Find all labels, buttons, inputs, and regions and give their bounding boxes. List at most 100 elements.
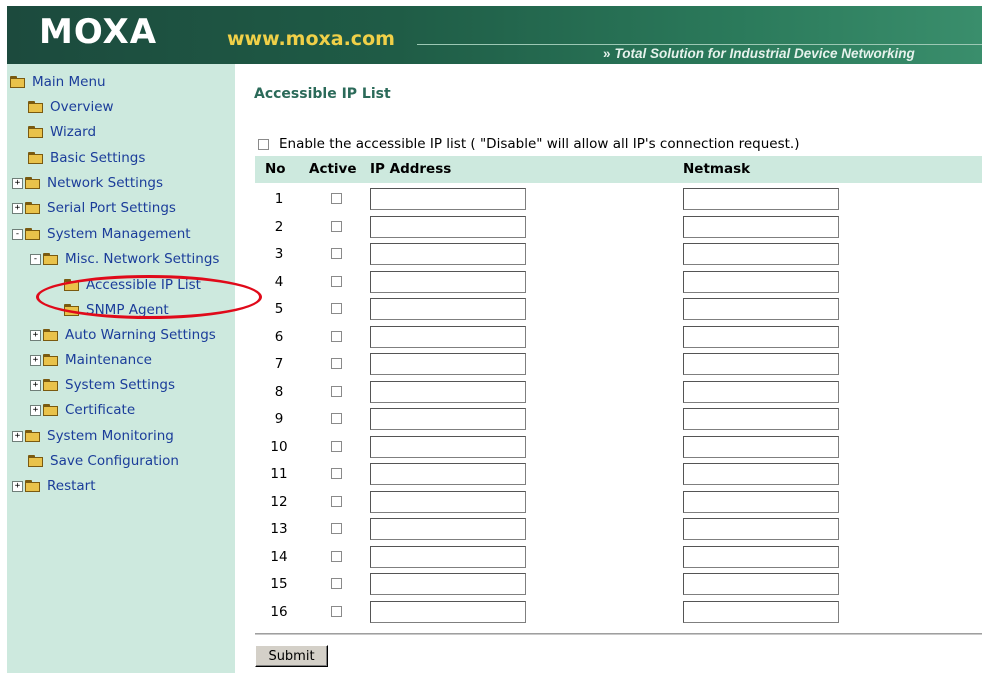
- table-row: 13: [255, 516, 982, 543]
- sidebar-item-basic-settings[interactable]: Basic Settings: [28, 148, 145, 168]
- sidebar-item-restart[interactable]: + Restart: [12, 476, 96, 496]
- header-divider: [417, 44, 982, 45]
- sidebar-item-maintenance[interactable]: + Maintenance: [30, 350, 152, 370]
- netmask-input[interactable]: [683, 326, 839, 348]
- sidebar-item-wizard[interactable]: Wizard: [28, 122, 96, 142]
- ip-address-input[interactable]: [370, 353, 526, 375]
- sidebar-item-overview[interactable]: Overview: [28, 97, 114, 117]
- active-checkbox[interactable]: [331, 248, 342, 259]
- ip-address-input[interactable]: [370, 381, 526, 403]
- netmask-input[interactable]: [683, 601, 839, 623]
- sidebar-item-system-monitoring[interactable]: + System Monitoring: [12, 426, 174, 446]
- sidebar-item-snmp-agent[interactable]: SNMP Agent: [64, 300, 169, 320]
- tagline-text: Total Solution for Industrial Device Net…: [614, 46, 915, 61]
- collapse-icon[interactable]: -: [12, 228, 23, 240]
- expand-icon[interactable]: +: [12, 177, 23, 189]
- row-number: 6: [274, 329, 284, 345]
- netmask-input[interactable]: [683, 518, 839, 540]
- row-number: 5: [274, 301, 284, 317]
- active-checkbox[interactable]: [331, 331, 342, 342]
- netmask-input[interactable]: [683, 271, 839, 293]
- table-row: 3: [255, 241, 982, 268]
- active-checkbox[interactable]: [331, 441, 342, 452]
- sidebar-item-system-settings[interactable]: + System Settings: [30, 375, 175, 395]
- header-banner: MOXA www.moxa.com » Total Solution for In…: [7, 6, 982, 64]
- submit-button[interactable]: Submit: [255, 645, 328, 667]
- netmask-input[interactable]: [683, 491, 839, 513]
- active-checkbox[interactable]: [331, 578, 342, 589]
- row-number: 3: [274, 246, 284, 262]
- ip-address-input[interactable]: [370, 601, 526, 623]
- netmask-input[interactable]: [683, 188, 839, 210]
- moxa-url: www.moxa.com: [227, 28, 395, 50]
- active-checkbox[interactable]: [331, 276, 342, 287]
- folder-open-icon: [10, 76, 26, 88]
- enable-accessible-ip-checkbox[interactable]: [258, 138, 269, 150]
- netmask-input[interactable]: [683, 216, 839, 238]
- ip-address-input[interactable]: [370, 436, 526, 458]
- netmask-input[interactable]: [683, 546, 839, 568]
- active-checkbox[interactable]: [331, 358, 342, 369]
- sidebar-item-misc-network-settings[interactable]: - Misc. Network Settings: [30, 249, 219, 269]
- ip-address-input[interactable]: [370, 491, 526, 513]
- sidebar-item-main-menu[interactable]: Main Menu: [10, 72, 106, 92]
- active-checkbox[interactable]: [331, 193, 342, 204]
- ip-address-input[interactable]: [370, 298, 526, 320]
- folder-icon: [25, 430, 41, 442]
- ip-address-input[interactable]: [370, 188, 526, 210]
- active-checkbox[interactable]: [331, 386, 342, 397]
- netmask-input[interactable]: [683, 353, 839, 375]
- form-divider: [255, 633, 982, 635]
- netmask-input[interactable]: [683, 463, 839, 485]
- expand-icon[interactable]: +: [30, 329, 41, 341]
- active-checkbox[interactable]: [331, 221, 342, 232]
- ip-address-input[interactable]: [370, 463, 526, 485]
- sidebar-item-system-management[interactable]: - System Management: [12, 224, 191, 244]
- sidebar-item-certificate[interactable]: + Certificate: [30, 400, 135, 420]
- expand-icon[interactable]: +: [12, 480, 23, 492]
- sidebar-item-label: Network Settings: [47, 175, 164, 191]
- expand-icon[interactable]: +: [30, 379, 41, 391]
- enable-accessible-ip-row: Enable the accessible IP list ( "Disable…: [258, 136, 799, 152]
- netmask-input[interactable]: [683, 408, 839, 430]
- expand-icon[interactable]: +: [30, 354, 41, 366]
- sidebar-item-accessible-ip-list[interactable]: Accessible IP List: [64, 275, 201, 295]
- active-checkbox[interactable]: [331, 303, 342, 314]
- sidebar-item-save-configuration[interactable]: Save Configuration: [28, 451, 179, 471]
- ip-address-input[interactable]: [370, 326, 526, 348]
- netmask-input[interactable]: [683, 243, 839, 265]
- active-checkbox[interactable]: [331, 551, 342, 562]
- collapse-icon[interactable]: -: [30, 253, 41, 265]
- active-checkbox[interactable]: [331, 496, 342, 507]
- sidebar-item-auto-warning-settings[interactable]: + Auto Warning Settings: [30, 325, 216, 345]
- sidebar-item-label: System Settings: [65, 377, 176, 393]
- ip-address-input[interactable]: [370, 518, 526, 540]
- table-row: 5: [255, 296, 982, 323]
- ip-address-input[interactable]: [370, 243, 526, 265]
- table-row: 10: [255, 434, 982, 461]
- sidebar-item-label: Auto Warning Settings: [65, 327, 216, 343]
- netmask-input[interactable]: [683, 298, 839, 320]
- active-checkbox[interactable]: [331, 468, 342, 479]
- ip-address-input[interactable]: [370, 573, 526, 595]
- ip-address-input[interactable]: [370, 216, 526, 238]
- expand-icon[interactable]: +: [12, 430, 23, 442]
- sidebar-item-network-settings[interactable]: + Network Settings: [12, 173, 163, 193]
- ip-address-input[interactable]: [370, 408, 526, 430]
- expand-icon[interactable]: +: [12, 202, 23, 214]
- ip-address-input[interactable]: [370, 271, 526, 293]
- sidebar-item-serial-port-settings[interactable]: + Serial Port Settings: [12, 198, 176, 218]
- row-number: 14: [270, 549, 288, 565]
- active-checkbox[interactable]: [331, 413, 342, 424]
- ip-address-input[interactable]: [370, 546, 526, 568]
- netmask-input[interactable]: [683, 436, 839, 458]
- active-checkbox[interactable]: [331, 606, 342, 617]
- table-row: 2: [255, 214, 982, 241]
- table-row: 11: [255, 461, 982, 488]
- expand-icon[interactable]: +: [30, 404, 41, 416]
- active-checkbox[interactable]: [331, 523, 342, 534]
- netmask-input[interactable]: [683, 573, 839, 595]
- column-header-ip-address: IP Address: [370, 161, 452, 177]
- netmask-input[interactable]: [683, 381, 839, 403]
- folder-icon: [25, 202, 41, 214]
